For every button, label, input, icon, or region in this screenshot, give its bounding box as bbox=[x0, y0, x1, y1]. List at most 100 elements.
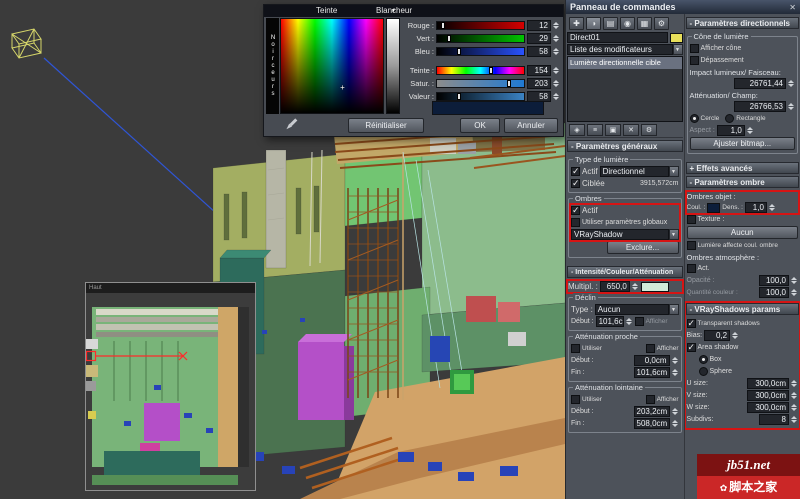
near-use-checkbox[interactable] bbox=[571, 344, 580, 353]
modifier-list-dropdown[interactable]: Liste des modificateurs bbox=[567, 44, 673, 55]
falloff-field[interactable]: 26766,53 bbox=[734, 101, 786, 112]
rollout-intensity-header[interactable]: - Intensité/Couleur/Atténuation bbox=[567, 266, 683, 278]
aspect-spinner[interactable] bbox=[746, 127, 754, 134]
near-end-field[interactable]: 101,6cm bbox=[633, 367, 670, 378]
w-size-spinner[interactable] bbox=[791, 404, 798, 411]
u-size-spinner[interactable] bbox=[791, 380, 798, 387]
near-show-checkbox[interactable] bbox=[645, 344, 655, 353]
decay-type-dropdown[interactable]: Aucun bbox=[594, 304, 669, 315]
rollout-general-header[interactable]: - Paramètres généraux bbox=[567, 140, 683, 152]
blue-value-field[interactable]: 58 bbox=[527, 46, 551, 57]
bias-field[interactable]: 0,2 bbox=[704, 330, 731, 341]
chevron-down-icon[interactable]: ▼ bbox=[668, 304, 679, 315]
make-unique-icon[interactable]: ▣ bbox=[605, 124, 621, 136]
multiplier-spinner[interactable] bbox=[631, 283, 639, 290]
light-type-dropdown[interactable]: Directionnel bbox=[599, 166, 669, 177]
blue-spinner[interactable] bbox=[553, 48, 560, 55]
hue-square[interactable]: + bbox=[280, 18, 384, 114]
subdivs-spinner[interactable] bbox=[791, 416, 798, 423]
light-on-checkbox[interactable] bbox=[571, 166, 580, 177]
color-amount-field[interactable]: 100,0 bbox=[759, 287, 789, 298]
cancel-button[interactable]: Annuler bbox=[504, 118, 558, 133]
reset-button[interactable]: Réinitialiser bbox=[348, 118, 424, 133]
v-size-spinner[interactable] bbox=[791, 392, 798, 399]
chevron-down-icon[interactable]: ▼ bbox=[668, 229, 679, 240]
value-slider[interactable] bbox=[436, 92, 525, 101]
overshoot-checkbox[interactable] bbox=[689, 56, 699, 65]
stack-item-light[interactable]: Lumière directionnelle cible bbox=[568, 57, 682, 69]
tab-display-icon[interactable]: ▦ bbox=[637, 16, 652, 30]
far-show-checkbox[interactable] bbox=[645, 395, 655, 404]
top-viewport[interactable]: Haut bbox=[85, 282, 256, 491]
hue-spinner[interactable] bbox=[553, 67, 560, 74]
multiplier-field[interactable]: 650,0 bbox=[599, 281, 630, 292]
far-use-checkbox[interactable] bbox=[571, 395, 580, 404]
whiteness-strip[interactable] bbox=[386, 18, 400, 114]
rollout-directional-header[interactable]: - Paramètres directionnels bbox=[685, 17, 799, 29]
panel-titlebar[interactable]: Panneau de commandes ✕ bbox=[566, 0, 800, 14]
decay-show-checkbox[interactable] bbox=[634, 317, 644, 326]
shadows-on-checkbox[interactable] bbox=[571, 205, 580, 216]
value-spinner[interactable] bbox=[553, 93, 560, 100]
far-end-field[interactable]: 508,0cm bbox=[633, 418, 670, 429]
hotspot-spinner[interactable] bbox=[788, 80, 795, 87]
blackness-strip[interactable]: Noirceurs bbox=[266, 18, 279, 114]
decay-start-field[interactable]: 101,6c bbox=[595, 316, 624, 327]
far-start-spinner[interactable] bbox=[671, 408, 679, 415]
box-radio[interactable] bbox=[698, 355, 708, 364]
green-spinner[interactable] bbox=[553, 35, 560, 42]
aspect-field[interactable]: 1,0 bbox=[716, 125, 745, 136]
shadow-type-dropdown[interactable]: VRayShadow bbox=[571, 229, 669, 240]
remove-modifier-icon[interactable]: ✕ bbox=[623, 124, 639, 136]
close-icon[interactable]: ✕ bbox=[789, 3, 796, 12]
use-global-checkbox[interactable] bbox=[571, 218, 580, 227]
v-size-field[interactable]: 300,0cm bbox=[747, 390, 789, 401]
green-value-field[interactable]: 29 bbox=[527, 33, 551, 44]
green-slider[interactable] bbox=[436, 34, 525, 43]
opacity-spinner[interactable] bbox=[791, 277, 798, 284]
near-end-spinner[interactable] bbox=[671, 369, 679, 376]
transparent-shadows-checkbox[interactable] bbox=[686, 318, 696, 329]
shadow-color-swatch[interactable] bbox=[707, 202, 721, 213]
red-value-field[interactable]: 12 bbox=[527, 20, 551, 31]
decay-start-spinner[interactable] bbox=[625, 318, 633, 325]
sphere-radio[interactable] bbox=[698, 367, 708, 376]
chevron-down-icon[interactable]: ▼ bbox=[668, 166, 679, 177]
saturation-spinner[interactable] bbox=[553, 80, 560, 87]
red-spinner[interactable] bbox=[553, 22, 560, 29]
falloff-spinner[interactable] bbox=[788, 103, 795, 110]
object-name-field[interactable]: Direct01 bbox=[567, 32, 668, 43]
subdivs-field[interactable]: 8 bbox=[759, 414, 789, 425]
pin-stack-icon[interactable]: ◈ bbox=[569, 124, 585, 136]
targeted-checkbox[interactable] bbox=[571, 178, 580, 189]
saturation-value-field[interactable]: 203 bbox=[527, 78, 551, 89]
show-cone-checkbox[interactable] bbox=[689, 44, 699, 53]
rectangle-radio[interactable] bbox=[725, 114, 735, 123]
saturation-slider[interactable] bbox=[436, 79, 525, 88]
blue-slider[interactable] bbox=[436, 47, 525, 56]
rollout-shadow-header[interactable]: - Paramètres ombre bbox=[685, 176, 799, 188]
color-amount-spinner[interactable] bbox=[791, 289, 798, 296]
atmosphere-on-checkbox[interactable] bbox=[686, 264, 696, 273]
tab-create-icon[interactable]: ✚ bbox=[569, 16, 584, 30]
circle-radio[interactable] bbox=[689, 114, 699, 123]
far-start-field[interactable]: 203,2cm bbox=[633, 406, 670, 417]
opacity-field[interactable]: 100,0 bbox=[759, 275, 789, 286]
shadow-map-checkbox[interactable] bbox=[686, 215, 696, 224]
tab-utilities-icon[interactable]: ⚙ bbox=[654, 16, 669, 30]
light-affects-checkbox[interactable] bbox=[686, 241, 696, 250]
tab-modify-icon[interactable]: ◑ bbox=[586, 16, 601, 30]
w-size-field[interactable]: 300,0cm bbox=[747, 402, 789, 413]
show-end-result-icon[interactable]: ≡ bbox=[587, 124, 603, 136]
area-shadow-checkbox[interactable] bbox=[686, 342, 696, 353]
bias-spinner[interactable] bbox=[732, 332, 739, 339]
near-start-spinner[interactable] bbox=[671, 357, 679, 364]
configure-icon[interactable]: ⚙ bbox=[641, 124, 657, 136]
hue-value-field[interactable]: 154 bbox=[527, 65, 551, 76]
u-size-field[interactable]: 300,0cm bbox=[747, 378, 789, 389]
tab-motion-icon[interactable]: ◉ bbox=[620, 16, 635, 30]
modifier-stack[interactable]: Lumière directionnelle cible bbox=[567, 56, 683, 122]
shadow-map-button[interactable]: Aucun bbox=[686, 226, 798, 239]
density-field[interactable]: 1,0 bbox=[744, 202, 767, 213]
light-color-swatch[interactable] bbox=[640, 281, 669, 292]
